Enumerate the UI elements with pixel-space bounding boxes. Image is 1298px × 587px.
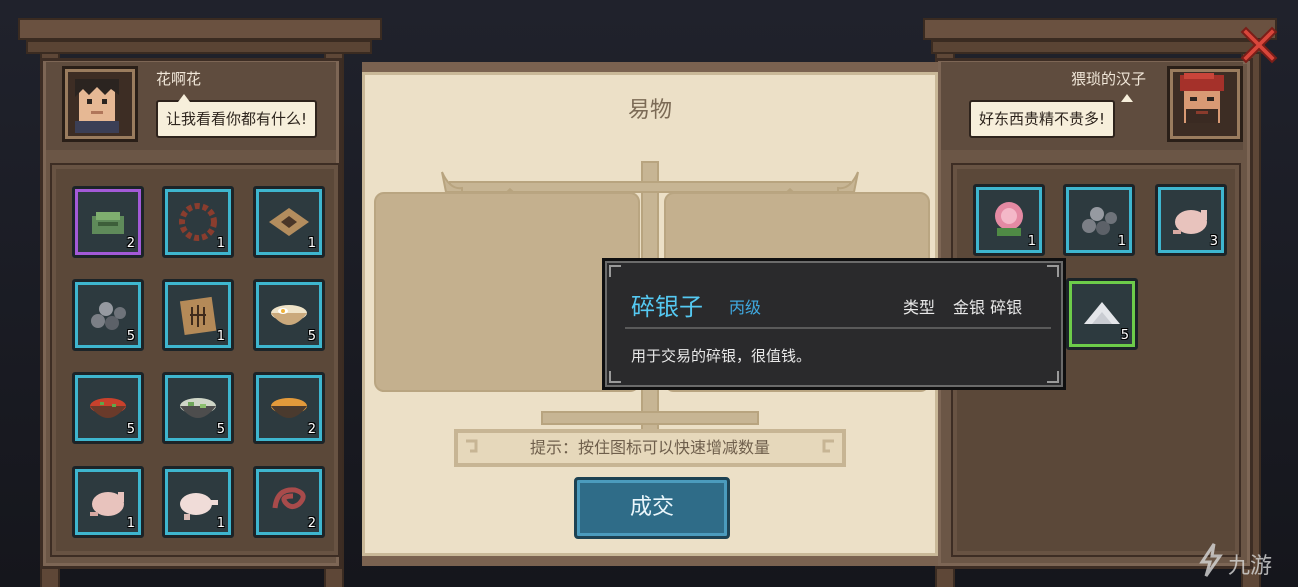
silver-pieces-icon — [91, 302, 126, 330]
right-item-slot[interactable]: 1 — [1063, 184, 1135, 256]
tooltip-corner — [1047, 265, 1059, 277]
item-count: 5 — [126, 329, 135, 344]
talisman-paper-icon — [179, 296, 217, 336]
item-count: 1 — [216, 516, 225, 531]
item-count: 2 — [126, 236, 135, 251]
left-item-slot[interactable]: 2 — [253, 372, 325, 444]
sausage-coil-icon — [272, 487, 306, 510]
confirm-trade-button[interactable]: 成交 — [574, 477, 730, 539]
tooltip-divider — [625, 327, 1051, 329]
player-speech-bubble: 让我看看你都有什么! — [156, 94, 318, 138]
left-item-slot[interactable]: 1 — [162, 279, 234, 351]
item-count: 1 — [126, 516, 135, 531]
tooltip-type-value: 金银 碎银 — [953, 298, 1023, 317]
salt-pile-icon — [1084, 302, 1120, 324]
merchant-name: 猥琐的汉子 — [1071, 70, 1147, 88]
item-count: 3 — [1209, 234, 1218, 249]
raw-chicken-icon — [1173, 210, 1207, 234]
silver-pieces-icon — [1082, 207, 1117, 235]
item-count: 5 — [307, 329, 316, 344]
vegetable-soup-bowl-icon — [180, 398, 216, 418]
item-count: 5 — [1120, 328, 1129, 343]
tooltip-corner — [609, 371, 621, 383]
top-beam — [18, 18, 382, 40]
right-item-slot[interactable]: 1 — [973, 184, 1045, 256]
left-item-slot[interactable]: 1 — [72, 466, 144, 538]
player-name: 花啊花 — [156, 70, 202, 88]
player-speech-text: 让我看看你都有什么! — [166, 110, 308, 128]
spicy-stew-bowl-icon — [90, 398, 126, 418]
right-item-slot[interactable]: 5 — [1066, 278, 1138, 350]
item-count: 5 — [126, 422, 135, 437]
sub-beam — [26, 40, 372, 54]
left-item-slot[interactable]: 1 — [253, 186, 325, 258]
item-count: 1 — [307, 236, 316, 251]
hint-plate: 提示：按住图标可以快速增减数量 — [452, 427, 848, 469]
jade-ingot-icon — [92, 212, 124, 234]
merchant-portrait-icon — [1180, 73, 1224, 123]
merchant-speech-bubble: 好东西贵精不贵多! — [969, 94, 1133, 138]
item-count: 1 — [1117, 234, 1126, 249]
tooltip-type-label: 类型 — [903, 298, 936, 317]
broth-bowl-icon — [271, 398, 307, 418]
item-count: 2 — [307, 516, 316, 531]
left-item-slot[interactable]: 2 — [253, 466, 325, 538]
left-item-slot[interactable]: 5 — [253, 279, 325, 351]
item-tooltip: 碎银子 丙级 类型 金银 碎银 用于交易的碎银，很值钱。 — [602, 258, 1066, 390]
left-item-slot[interactable]: 2 — [72, 186, 144, 258]
peony-flower-icon — [995, 202, 1023, 236]
item-count: 1 — [216, 236, 225, 251]
item-count: 1 — [216, 329, 225, 344]
left-item-slot[interactable]: 5 — [162, 372, 234, 444]
raw-chicken-icon — [90, 492, 124, 516]
close-icon — [1240, 26, 1278, 64]
item-count: 1 — [1027, 234, 1036, 249]
item-count: 5 — [216, 422, 225, 437]
merchant-avatar — [1167, 66, 1243, 142]
player-avatar — [62, 66, 138, 142]
plucked-chicken-icon — [180, 493, 218, 520]
prayer-beads-icon — [179, 203, 217, 241]
watermark: 九游 — [1196, 536, 1296, 584]
top-beam — [923, 18, 1277, 40]
watermark-text: 九游 — [1228, 554, 1273, 579]
player-offer-tray[interactable] — [374, 192, 640, 392]
hint-text: 提示：按住图标可以快速增减数量 — [529, 438, 770, 457]
tooltip-description: 用于交易的碎银，很值钱。 — [631, 347, 812, 365]
close-button[interactable] — [1236, 22, 1282, 68]
tooltip-item-name: 碎银子 — [631, 293, 703, 321]
player-portrait-icon — [75, 79, 119, 133]
egg-noodle-bowl-icon — [271, 305, 307, 325]
sub-beam — [931, 40, 1265, 54]
tooltip-corner — [1047, 371, 1059, 383]
cloth-bundle-icon — [269, 208, 309, 236]
watermark-logo-icon — [1199, 543, 1223, 577]
left-item-slot[interactable]: 1 — [162, 186, 234, 258]
merchant-speech-text: 好东西贵精不贵多! — [979, 110, 1106, 128]
left-item-slot[interactable]: 1 — [162, 466, 234, 538]
right-item-slot[interactable]: 3 — [1155, 184, 1227, 256]
tooltip-corner — [609, 265, 621, 277]
tooltip-item-grade: 丙级 — [729, 298, 762, 317]
left-item-slot[interactable]: 5 — [72, 372, 144, 444]
left-item-slot[interactable]: 5 — [72, 279, 144, 351]
item-count: 2 — [307, 422, 316, 437]
